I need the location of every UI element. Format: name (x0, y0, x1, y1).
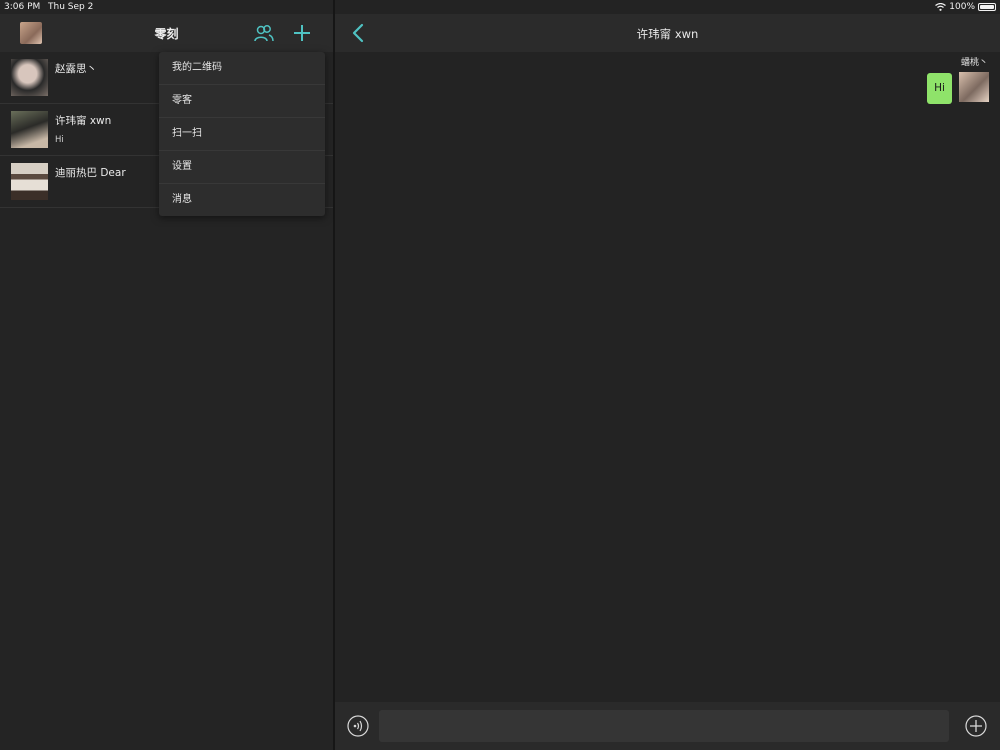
conversation-navbar: 零刻 (0, 14, 333, 52)
menu-item-messages[interactable]: 消息 (159, 184, 325, 216)
menu-item-qr-code[interactable]: 我的二维码 (159, 52, 325, 85)
message-input-bar (335, 702, 1000, 750)
sender-avatar[interactable] (959, 72, 989, 102)
status-right: 100% (935, 2, 996, 12)
battery-icon (978, 3, 996, 11)
contact-name: 赵露思丶 (55, 63, 97, 75)
contact-avatar (11, 111, 48, 148)
last-message: Hi (55, 135, 64, 145)
add-icon[interactable] (292, 23, 312, 43)
contact-name: 迪丽热巴 Dear (55, 167, 126, 179)
contact-avatar (11, 163, 48, 200)
status-date: Thu Sep 2 (48, 2, 94, 12)
contacts-icon[interactable] (254, 24, 274, 42)
menu-item-lingke[interactable]: 零客 (159, 85, 325, 118)
status-bar: 3:06 PM Thu Sep 2 100% (0, 0, 1000, 14)
chat-title: 许玮甯 xwn (636, 27, 699, 41)
voice-icon[interactable] (347, 715, 369, 737)
wifi-icon (935, 3, 947, 11)
plus-circle-icon[interactable] (965, 715, 987, 737)
contact-name: 许玮甯 xwn (55, 115, 112, 127)
message-bubble[interactable]: Hi (927, 73, 952, 104)
add-popover-menu: 我的二维码 零客 扫一扫 设置 消息 (159, 52, 325, 216)
battery-percent: 100% (949, 2, 975, 12)
chat-navbar: 许玮甯 xwn (335, 14, 1000, 52)
contact-avatar (11, 59, 48, 96)
status-time: 3:06 PM (4, 2, 41, 12)
message-sender-name: 蟠桃丶 (960, 58, 988, 68)
chat-pane: 许玮甯 xwn 蟠桃丶 Hi (335, 0, 1000, 750)
message-input[interactable] (379, 710, 949, 742)
app-title: 零刻 (154, 27, 179, 41)
menu-item-scan[interactable]: 扫一扫 (159, 118, 325, 151)
menu-item-settings[interactable]: 设置 (159, 151, 325, 184)
